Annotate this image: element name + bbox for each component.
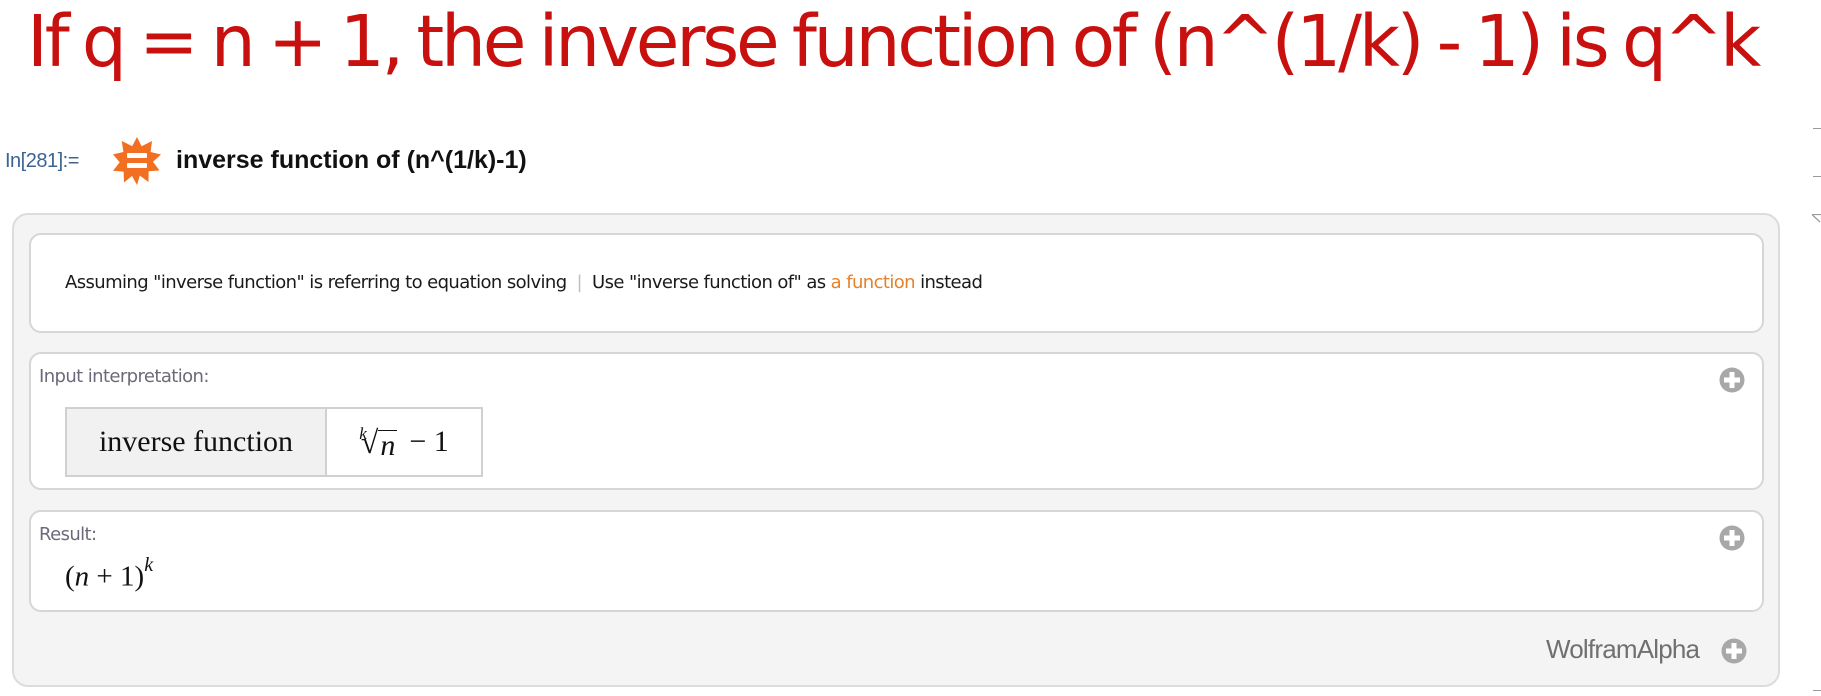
assumption-current: Assuming "inverse function" is referring… xyxy=(65,272,567,293)
assumption-pod: Assuming "inverse function" is referring… xyxy=(29,233,1764,333)
radicand: n xyxy=(378,428,398,462)
input-interpretation-pod: Input interpretation: inverse function k… xyxy=(29,352,1764,490)
kth-root-expression: k √ n xyxy=(359,423,398,462)
plus-circle-icon[interactable] xyxy=(1719,525,1745,551)
interpretation-value-cell: k √ n − 1 xyxy=(327,409,481,475)
assumption-text: Assuming "inverse function" is referring… xyxy=(65,272,983,293)
plus-circle-icon[interactable] xyxy=(1719,367,1745,393)
cell-bracket-closed-icon[interactable] xyxy=(1811,210,1821,223)
headline-title: If q = n + 1, the inverse function of (n… xyxy=(27,0,1761,83)
minus-one: − 1 xyxy=(409,425,449,458)
result-expression: (n + 1)k xyxy=(65,554,153,594)
wolfram-alpha-spikey-icon[interactable] xyxy=(113,137,161,185)
assumption-function-link[interactable]: a function xyxy=(831,272,916,293)
result-plus-one: + 1) xyxy=(89,560,145,593)
result-pod: Result: (n + 1)k xyxy=(29,510,1764,612)
query-input[interactable]: inverse function of (n^(1/k)-1) xyxy=(176,146,527,175)
plus-circle-icon[interactable] xyxy=(1721,638,1747,664)
result-title: Result: xyxy=(39,524,97,545)
input-interpretation-title: Input interpretation: xyxy=(39,366,209,387)
cell-bracket[interactable] xyxy=(1813,128,1821,129)
assumption-alt-suffix: instead xyxy=(914,272,983,293)
assumption-alt-prefix: Use "inverse function of" as xyxy=(592,272,831,293)
cell-bracket[interactable] xyxy=(1813,176,1821,177)
wolfram-alpha-brand[interactable]: WolframAlpha xyxy=(1546,634,1700,665)
assumption-separator: | xyxy=(576,272,583,293)
result-variable: n xyxy=(74,560,90,593)
interpretation-label-cell: inverse function xyxy=(67,409,327,475)
cell-bracket[interactable] xyxy=(1813,690,1821,691)
interpretation-table: inverse function k √ n − 1 xyxy=(65,407,483,477)
result-exponent: k xyxy=(144,554,154,576)
input-cell-label: In[281]:= xyxy=(5,150,79,172)
root-index: k xyxy=(359,423,367,443)
result-open-paren: ( xyxy=(65,560,75,593)
